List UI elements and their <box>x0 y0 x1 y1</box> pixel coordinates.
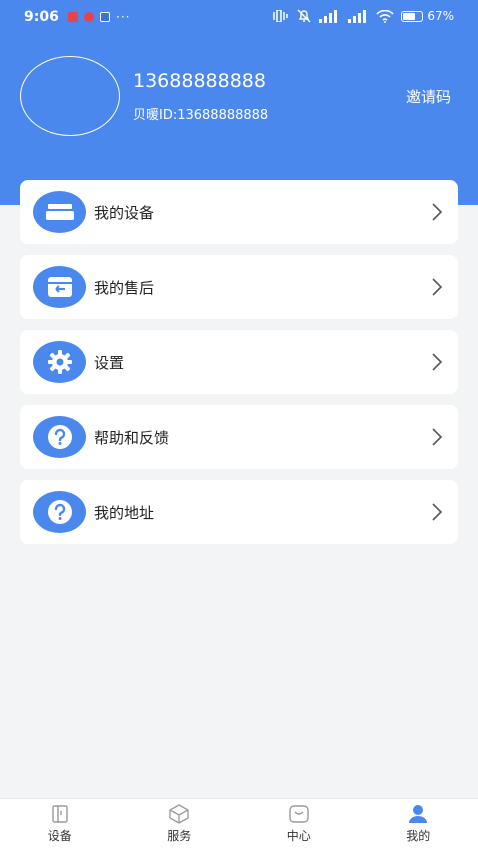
tab-label: 设备 <box>47 829 72 843</box>
app-notification-icon <box>100 12 110 22</box>
profile-header: 9:06 ··· 67% 13688888888 贝暖ID:1368888888… <box>0 0 478 205</box>
menu-item-settings[interactable]: 设置 <box>20 330 458 394</box>
signal-icon <box>348 9 367 23</box>
after-sales-icon <box>33 266 86 308</box>
status-indicators: 67% <box>272 9 454 23</box>
tab-label: 中心 <box>286 829 311 843</box>
menu-item-my-address[interactable]: 我的地址 <box>20 480 458 544</box>
bottom-tab-bar: 设备 服务 中心 我的 <box>0 798 478 850</box>
wifi-icon <box>376 9 394 23</box>
chevron-right-icon <box>432 353 442 371</box>
signal-icon <box>319 9 338 23</box>
invite-code-button[interactable]: 邀请码 <box>406 86 451 107</box>
menu-list: 我的设备 我的售后 设置 帮助和反馈 我的地址 <box>20 180 458 555</box>
chevron-right-icon <box>432 278 442 296</box>
status-time: 9:06 <box>24 9 59 25</box>
help-icon <box>33 416 86 458</box>
center-tab-icon <box>289 805 309 823</box>
menu-item-help-feedback[interactable]: 帮助和反馈 <box>20 405 458 469</box>
menu-item-label: 我的地址 <box>94 504 155 522</box>
chevron-right-icon <box>432 503 442 521</box>
user-id: 贝暖ID:13688888888 <box>133 108 269 123</box>
gear-icon <box>33 341 86 383</box>
service-tab-icon <box>169 804 189 824</box>
tab-service[interactable]: 服务 <box>120 799 240 850</box>
menu-item-label: 帮助和反馈 <box>94 429 170 447</box>
user-phone: 13688888888 <box>133 70 266 92</box>
tab-center[interactable]: 中心 <box>239 799 359 850</box>
chevron-right-icon <box>432 203 442 221</box>
battery-icon <box>401 10 424 22</box>
menu-item-label: 设置 <box>94 354 125 372</box>
mute-bell-icon <box>297 9 311 23</box>
vibrate-icon <box>273 10 289 22</box>
menu-item-label: 我的设备 <box>94 204 155 222</box>
status-bar: 9:06 ··· 67% <box>0 0 478 36</box>
tab-devices[interactable]: 设备 <box>0 799 120 850</box>
avatar[interactable] <box>20 56 120 136</box>
notification-icons: ··· <box>68 10 131 24</box>
tab-mine[interactable]: 我的 <box>359 799 478 850</box>
battery-indicator: 67% <box>401 9 454 23</box>
help-icon <box>33 491 86 533</box>
menu-item-label: 我的售后 <box>94 279 155 297</box>
tab-label: 我的 <box>406 829 431 843</box>
chevron-right-icon <box>432 428 442 446</box>
device-icon <box>33 191 86 233</box>
app-notification-icon <box>68 12 78 22</box>
app-notification-icon <box>84 12 94 22</box>
battery-level <box>403 12 416 20</box>
menu-item-after-sales[interactable]: 我的售后 <box>20 255 458 319</box>
battery-percent: 67% <box>427 9 454 23</box>
menu-item-my-devices[interactable]: 我的设备 <box>20 180 458 244</box>
more-notifications-icon: ··· <box>116 10 131 24</box>
tab-label: 服务 <box>167 829 192 843</box>
person-tab-icon <box>409 805 428 823</box>
device-tab-icon <box>52 805 68 823</box>
